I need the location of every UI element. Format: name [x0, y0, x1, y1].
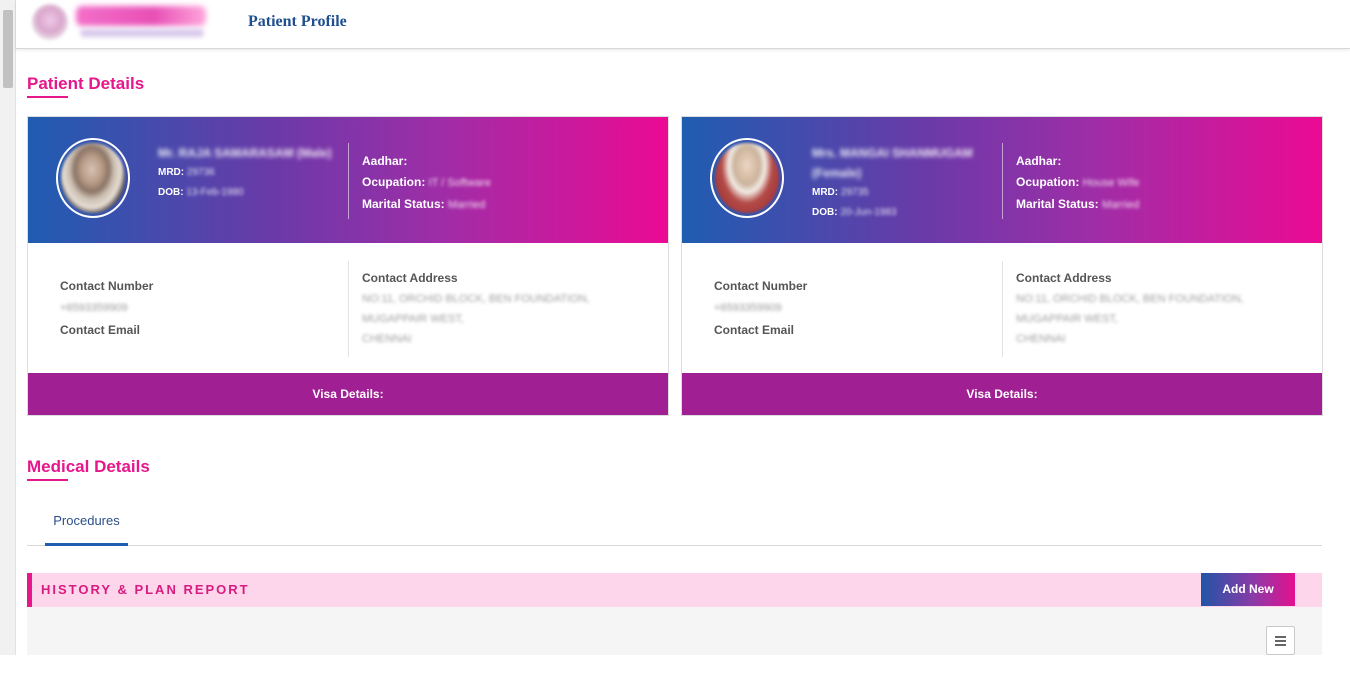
hamburger-menu-button[interactable]	[1266, 626, 1295, 655]
header-divider	[1002, 143, 1003, 219]
tab-procedures[interactable]: Procedures	[45, 498, 128, 546]
contact-address-label: Contact Address	[1016, 271, 1112, 285]
header-divider	[348, 143, 349, 219]
contact-number-value: +6593359909	[714, 302, 782, 314]
body-divider	[1002, 261, 1003, 357]
patient-occupation: Ocupation: House Wife	[1016, 175, 1140, 189]
brand-logo[interactable]	[32, 2, 210, 40]
report-content-area	[27, 607, 1322, 655]
patient-card-body: Contact Number +6593359909 Contact Email…	[28, 243, 668, 373]
scrollbar-thumb[interactable]	[3, 10, 13, 88]
address-line: NO:11, ORCHID BLOCK, BEN FOUNDATION,	[1016, 293, 1244, 305]
contact-address-label: Contact Address	[362, 271, 458, 285]
medical-tabs: Procedures	[27, 498, 1322, 546]
patient-marital-status: Marital Status: Married	[1016, 197, 1140, 211]
logo-tagline	[80, 29, 204, 37]
add-new-button[interactable]: Add New	[1201, 573, 1295, 606]
address-line: NO:11, ORCHID BLOCK, BEN FOUNDATION,	[362, 293, 590, 305]
visa-details-bar[interactable]: Visa Details:	[28, 373, 668, 415]
medical-details-title: Medical Details	[27, 457, 150, 476]
patient-details-underline	[27, 96, 68, 98]
menu-line-icon	[1275, 636, 1286, 638]
patient-aadhar: Aadhar:	[1016, 154, 1062, 168]
visa-details-bar[interactable]: Visa Details:	[682, 373, 1322, 415]
address-line: CHENNAI	[1016, 333, 1066, 345]
address-line: MUGAPPAIR WEST,	[1016, 313, 1118, 325]
medical-details-underline	[27, 479, 68, 481]
patient-card-header: Mr. RAJA SAMARASAM (Male) MRD: 29736 DOB…	[28, 117, 668, 243]
contact-email-label: Contact Email	[60, 323, 141, 337]
logo-emblem-icon	[32, 4, 68, 40]
patient-card-1: Mr. RAJA SAMARASAM (Male) MRD: 29736 DOB…	[27, 116, 669, 416]
contact-number-value: +6593359909	[60, 302, 128, 314]
menu-line-icon	[1275, 640, 1286, 642]
contact-email-label: Contact Email	[714, 323, 795, 337]
body-divider	[348, 261, 349, 357]
top-header: Patient Profile	[16, 0, 1350, 49]
menu-line-icon	[1275, 644, 1286, 646]
page-bottom-edge	[0, 655, 1350, 673]
patient-aadhar: Aadhar:	[362, 154, 408, 168]
patient-name: Mr. RAJA SAMARASAM (Male)	[158, 146, 332, 160]
patient-photo	[715, 143, 779, 213]
history-plan-report-bar: HISTORY & PLAN REPORT	[27, 573, 1322, 607]
patient-name: Mrs. MANGAI SHANMUGAM (Female)	[812, 146, 973, 180]
patient-mrd: MRD: 29736	[158, 167, 215, 178]
address-line: MUGAPPAIR WEST,	[362, 313, 464, 325]
patient-dob: DOB: 13-Feb-1980	[158, 187, 244, 198]
page-title: Patient Profile	[248, 13, 347, 30]
patient-card-header: Mrs. MANGAI SHANMUGAM (Female) MRD: 2973…	[682, 117, 1322, 243]
address-line: CHENNAI	[362, 333, 412, 345]
logo-wordmark	[76, 6, 206, 26]
contact-number-label: Contact Number	[60, 279, 154, 293]
patient-card-2: Mrs. MANGAI SHANMUGAM (Female) MRD: 2973…	[681, 116, 1323, 416]
patient-photo	[61, 143, 125, 213]
patient-card-body: Contact Number +6593359909 Contact Email…	[682, 243, 1322, 373]
patient-marital-status: Marital Status: Married	[362, 197, 486, 211]
history-plan-report-title: HISTORY & PLAN REPORT	[41, 582, 250, 597]
avatar	[56, 138, 130, 218]
patient-occupation: Ocupation: IT / Software	[362, 175, 491, 189]
avatar	[710, 138, 784, 218]
patient-mrd: MRD: 29735	[812, 187, 869, 198]
vertical-scrollbar[interactable]	[0, 0, 16, 655]
patient-dob: DOB: 20-Jun-1983	[812, 207, 897, 218]
contact-number-label: Contact Number	[714, 279, 808, 293]
patient-details-title: Patient Details	[27, 74, 145, 93]
